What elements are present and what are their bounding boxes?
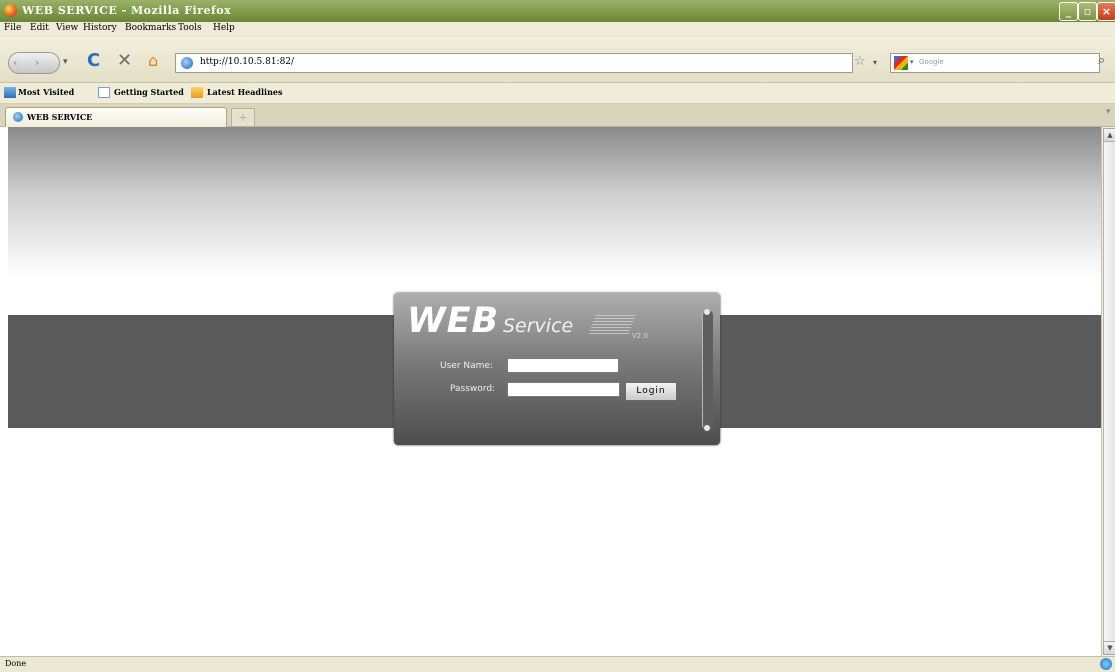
rail-bottom-dot bbox=[704, 425, 710, 431]
login-button[interactable]: Login bbox=[625, 382, 677, 401]
login-panel: WEB Service V2.0 User Name: Password: Lo… bbox=[394, 293, 720, 445]
search-box[interactable]: ▾ Google bbox=[890, 53, 1100, 73]
logo-web-text: WEB bbox=[407, 301, 500, 341]
username-label: User Name: bbox=[440, 361, 493, 371]
logo-version: V2.0 bbox=[632, 332, 648, 340]
forward-button[interactable]: › bbox=[35, 56, 39, 69]
tab-strip: WEB SERVICE + bbox=[0, 104, 1115, 127]
magnifier-icon[interactable]: ⌕ bbox=[1098, 53, 1105, 68]
menu-view[interactable]: View bbox=[56, 23, 78, 33]
most-visited-icon bbox=[4, 87, 16, 98]
google-icon[interactable] bbox=[894, 56, 908, 70]
page-content: WEB Service V2.0 User Name: Password: Lo… bbox=[8, 127, 1101, 656]
maximize-button[interactable]: ▫ bbox=[1078, 2, 1097, 21]
site-favicon-icon bbox=[181, 57, 193, 69]
menu-file[interactable]: File bbox=[4, 23, 21, 33]
history-dropdown-icon[interactable]: ▾ bbox=[63, 57, 68, 67]
window-title: WEB SERVICE - Mozilla Firefox bbox=[22, 4, 232, 17]
stop-icon[interactable]: ✕ bbox=[117, 50, 132, 71]
rail-top-dot bbox=[704, 309, 710, 315]
status-icon bbox=[1100, 658, 1112, 670]
menu-help[interactable]: Help bbox=[213, 23, 235, 33]
bookmark-latest-headlines[interactable]: Latest Headlines bbox=[207, 87, 283, 97]
address-dropdown-icon[interactable]: ▾ bbox=[873, 58, 877, 67]
menu-bar: File Edit View History Bookmarks Tools H… bbox=[0, 22, 1115, 37]
back-forward-group: ‹ › bbox=[8, 52, 60, 74]
tab-list-arrow-icon[interactable]: ▾ bbox=[1106, 107, 1111, 117]
address-bar[interactable]: http://10.10.5.81:82/ bbox=[175, 53, 853, 73]
search-placeholder: Google bbox=[919, 58, 944, 66]
username-input[interactable] bbox=[507, 358, 619, 373]
vertical-scrollbar[interactable]: ▲ ▼ bbox=[1101, 127, 1115, 656]
firefox-icon bbox=[4, 4, 17, 17]
new-tab-button[interactable]: + bbox=[231, 108, 255, 127]
star-icon[interactable]: ☆ bbox=[854, 54, 866, 69]
bookmark-most-visited[interactable]: Most Visited bbox=[18, 87, 74, 97]
navigation-toolbar: ‹ › ▾ C ✕ ⌂ http://10.10.5.81:82/ ☆ ▾ ▾ … bbox=[0, 37, 1115, 83]
page-icon bbox=[98, 87, 110, 98]
status-text: Done bbox=[5, 659, 27, 668]
password-input[interactable] bbox=[507, 382, 620, 397]
home-icon[interactable]: ⌂ bbox=[148, 51, 158, 70]
back-button[interactable]: ‹ bbox=[13, 56, 17, 69]
scroll-down-icon[interactable]: ▼ bbox=[1103, 641, 1115, 655]
menu-bookmarks[interactable]: Bookmarks bbox=[125, 23, 176, 33]
menu-tools[interactable]: Tools bbox=[178, 23, 202, 33]
title-bar: WEB SERVICE - Mozilla Firefox _ ▫ × bbox=[0, 0, 1115, 22]
bookmark-getting-started[interactable]: Getting Started bbox=[114, 87, 184, 97]
search-engine-dropdown-icon[interactable]: ▾ bbox=[910, 58, 914, 66]
minimize-button[interactable]: _ bbox=[1059, 2, 1078, 21]
tab-favicon-icon bbox=[13, 112, 23, 122]
scroll-up-icon[interactable]: ▲ bbox=[1103, 128, 1115, 142]
close-button[interactable]: × bbox=[1097, 2, 1115, 21]
scroll-thumb[interactable] bbox=[1103, 141, 1115, 643]
logo-stripes bbox=[587, 314, 637, 336]
feed-folder-icon bbox=[191, 87, 203, 98]
menu-edit[interactable]: Edit bbox=[30, 23, 49, 33]
header-gradient bbox=[8, 127, 1101, 277]
menu-history[interactable]: History bbox=[83, 23, 117, 33]
tab-label: WEB SERVICE bbox=[27, 112, 93, 122]
bookmarks-toolbar: Most Visited Getting Started Latest Head… bbox=[0, 83, 1115, 104]
status-bar: Done bbox=[0, 656, 1115, 672]
tab-web-service[interactable]: WEB SERVICE bbox=[5, 107, 227, 127]
browser-window: WEB SERVICE - Mozilla Firefox _ ▫ × File… bbox=[0, 0, 1115, 672]
logo-service-text: Service bbox=[503, 315, 574, 337]
password-label: Password: bbox=[450, 384, 496, 394]
address-url[interactable]: http://10.10.5.81:82/ bbox=[200, 57, 294, 67]
reload-icon[interactable]: C bbox=[87, 50, 100, 71]
panel-side-rail bbox=[702, 311, 713, 429]
